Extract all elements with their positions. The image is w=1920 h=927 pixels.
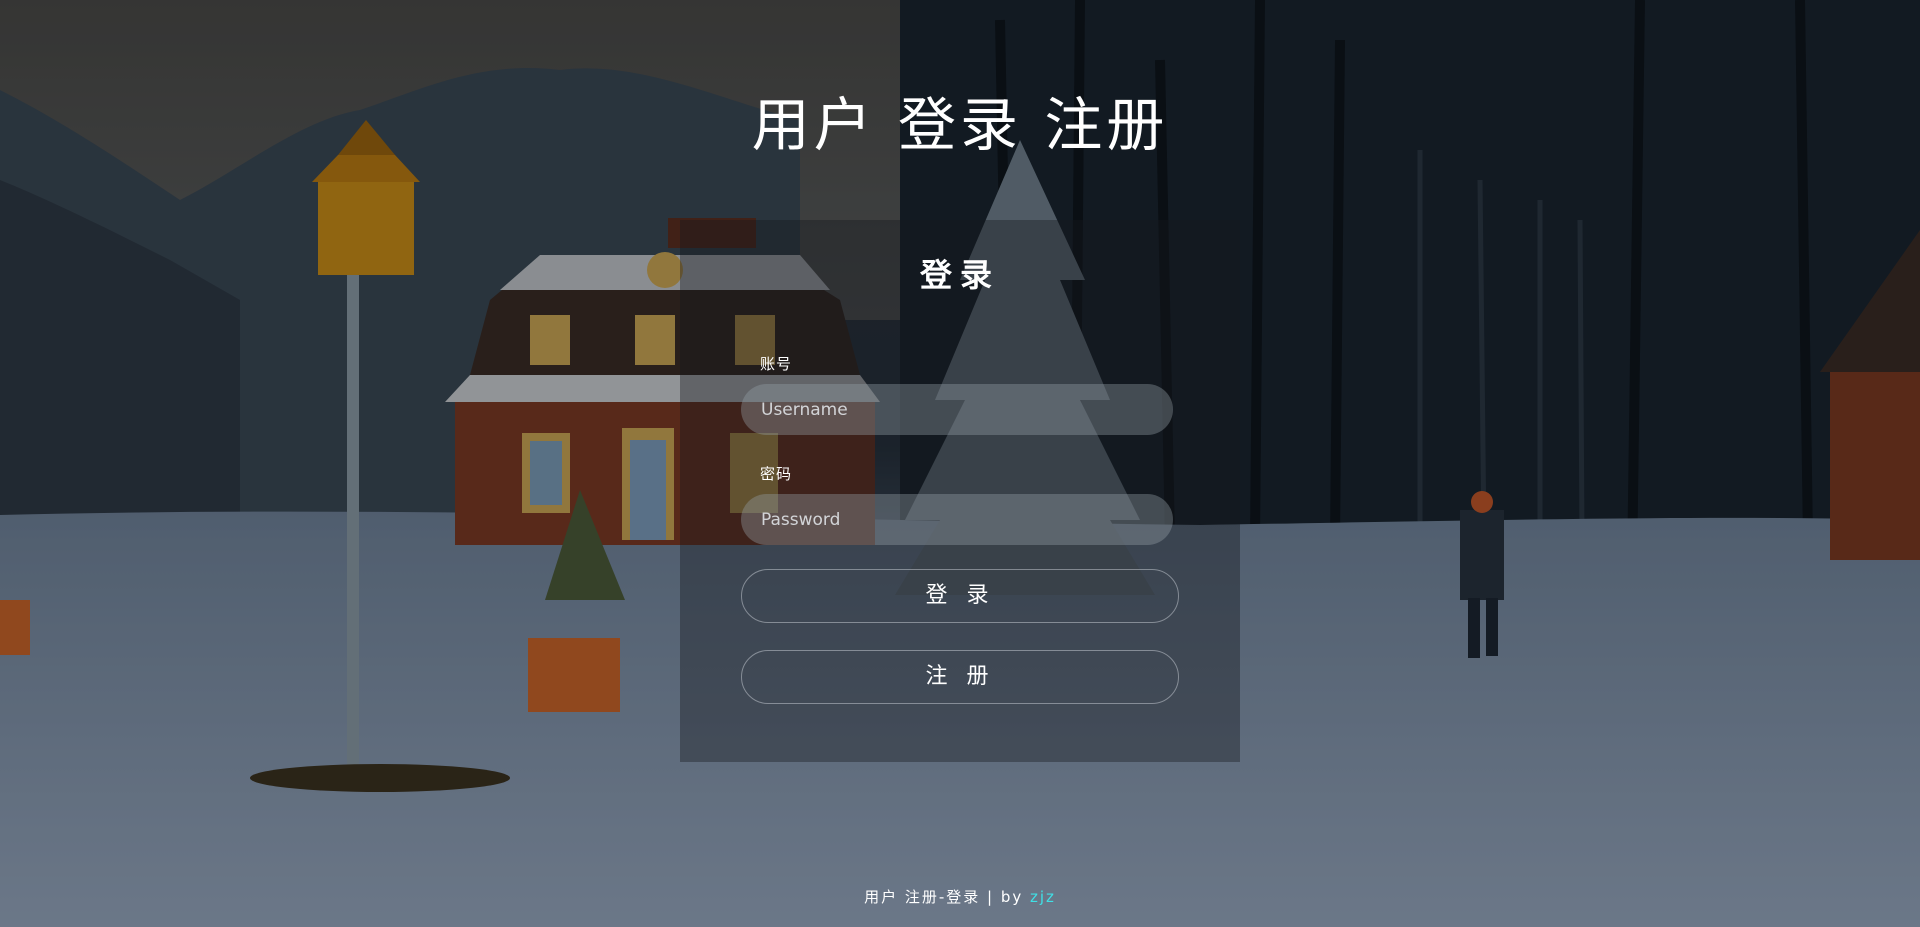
login-form-panel: 登录 账号 密码 登 录 注 册 <box>680 220 1240 762</box>
footer: 用户 注册-登录 | by zjz <box>0 886 1920 907</box>
register-button[interactable]: 注 册 <box>741 650 1179 704</box>
login-form-heading: 登录 <box>919 256 1000 294</box>
footer-text: 用户 注册-登录 | by <box>864 888 1031 906</box>
password-input[interactable] <box>741 494 1173 545</box>
username-label: 账号 <box>760 355 793 373</box>
login-button[interactable]: 登 录 <box>741 569 1179 623</box>
password-label: 密码 <box>760 465 793 483</box>
username-input[interactable] <box>741 384 1173 435</box>
page-title: 用户 登录 注册 <box>751 91 1169 159</box>
author-link[interactable]: zjz <box>1030 888 1056 906</box>
login-page: 用户 登录 注册 登录 账号 密码 登 录 注 册 用户 注册-登录 | by … <box>0 0 1920 927</box>
